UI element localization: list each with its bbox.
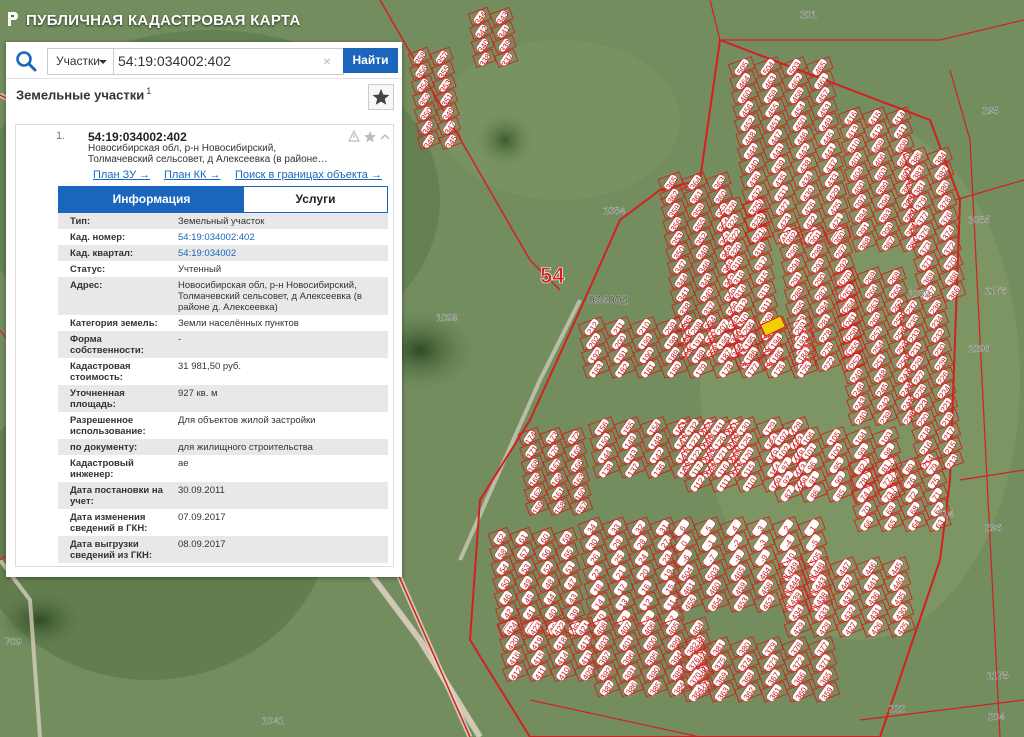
info-label: Дата изменения сведений в ГКН: bbox=[70, 512, 148, 534]
info-label: Форма собственности: bbox=[70, 334, 144, 356]
card-action-icons bbox=[348, 130, 390, 143]
info-label: Категория земель: bbox=[70, 318, 158, 329]
chevron-down-icon bbox=[99, 60, 107, 64]
info-row: Кадастровая стоимость: 31 981,50 руб. bbox=[58, 358, 388, 385]
area-label: 295 bbox=[982, 106, 999, 117]
results-title-text: Земельные участки bbox=[16, 87, 145, 103]
result-index: 1. bbox=[56, 130, 66, 142]
area-label: 296 bbox=[985, 523, 1002, 534]
info-label: Дата постановки на учет: bbox=[70, 485, 163, 507]
info-value: Для объектов жилой застройки bbox=[178, 415, 316, 426]
info-row: Дата постановки на учет: 30.09.2011 bbox=[58, 482, 388, 509]
info-label: Статус: bbox=[70, 264, 106, 275]
region-label: 54 bbox=[540, 263, 565, 288]
tab-services[interactable]: Услуги bbox=[244, 187, 387, 212]
info-label: Кадастровая стоимость: bbox=[70, 361, 131, 383]
quarter-label: 034002 bbox=[588, 293, 628, 307]
info-label: Дата выгрузки сведений из ГКН: bbox=[70, 539, 153, 561]
area-label: 204 bbox=[988, 712, 1005, 723]
search-icon[interactable] bbox=[14, 49, 38, 73]
info-value: Земельный участок bbox=[178, 216, 265, 227]
search-row: Участки 54:19:034002:402 × Найти bbox=[6, 42, 402, 78]
info-label: Кад. квартал: bbox=[70, 248, 134, 259]
info-row: Форма собственности: - bbox=[58, 331, 388, 358]
info-value[interactable]: 54:19:034002 bbox=[178, 248, 378, 259]
area-label: 1084 bbox=[603, 206, 626, 217]
info-value: Новосибирская обл, р-н Новосибирский, То… bbox=[178, 280, 362, 313]
favorites-button[interactable] bbox=[368, 84, 394, 110]
info-row: Тип: Земельный участок bbox=[58, 213, 388, 229]
info-row: Уточненная площадь: 927 кв. м bbox=[58, 385, 388, 412]
result-number[interactable]: 54:19:034002:402 bbox=[88, 130, 187, 144]
info-tabs: Информация Услуги bbox=[58, 186, 388, 213]
search-panel: Участки 54:19:034002:402 × Найти Земельн… bbox=[6, 42, 402, 577]
search-group: Участки 54:19:034002:402 × bbox=[47, 48, 344, 75]
info-row: Категория земель: Земли населённых пункто… bbox=[58, 315, 388, 331]
info-value: - bbox=[178, 334, 182, 345]
info-value: ае bbox=[178, 458, 189, 469]
area-label: 709 bbox=[5, 637, 22, 648]
result-links: План ЗУ → План КК → Поиск в границах объ… bbox=[93, 169, 393, 183]
logo-icon[interactable] bbox=[6, 10, 20, 28]
info-value: 07.09.2017 bbox=[178, 512, 226, 523]
info-value: Земли населённых пунктов bbox=[178, 318, 299, 329]
tab-information[interactable]: Информация bbox=[59, 187, 244, 212]
area-label: 614 bbox=[937, 509, 954, 520]
info-label: Уточненная площадь: bbox=[70, 388, 125, 410]
result-address-line2: Толмачевский сельсовет, д Алексеевка (в … bbox=[88, 154, 328, 165]
find-button[interactable]: Найти bbox=[343, 48, 398, 73]
info-value: 30.09.2011 bbox=[178, 485, 225, 496]
info-row: Кад. квартал: 54:19:034002 bbox=[58, 245, 388, 261]
area-label: 1090 bbox=[968, 344, 991, 355]
collapse-icon[interactable] bbox=[380, 133, 390, 140]
search-input[interactable]: 54:19:034002:402 bbox=[118, 49, 318, 74]
info-value: Учтенный bbox=[178, 264, 222, 275]
info-row: Адрес: Новосибирская обл, р-н Новосибирск… bbox=[58, 277, 388, 315]
area-label: 1041 bbox=[262, 716, 285, 727]
info-row: Дата выгрузки сведений из ГКН: 08.09.2017 bbox=[58, 536, 388, 563]
star-icon bbox=[372, 89, 390, 105]
info-label: Адрес: bbox=[70, 280, 103, 291]
favorite-star-icon[interactable] bbox=[364, 131, 376, 143]
plan-zu-link[interactable]: План ЗУ → bbox=[93, 169, 150, 181]
info-value[interactable]: 54:19:034002:402 bbox=[178, 232, 378, 243]
area-label: 201 bbox=[800, 10, 817, 21]
area-label: 1085 bbox=[968, 215, 991, 226]
info-label: Тип: bbox=[70, 216, 91, 227]
search-within-link[interactable]: Поиск в границах объекта → bbox=[235, 169, 382, 181]
area-label: 1089 bbox=[908, 289, 931, 300]
info-value: 31 981,50 руб. bbox=[178, 361, 242, 372]
area-label: 1099 bbox=[436, 313, 459, 324]
area-label: 1175 bbox=[987, 671, 1009, 682]
info-row: Кад. номер: 54:19:034002:402 bbox=[58, 229, 388, 245]
area-label: 1176 bbox=[985, 286, 1007, 297]
info-label: Кадастровый инженер: bbox=[70, 458, 134, 480]
area-label: 222 bbox=[889, 704, 906, 715]
warning-icon[interactable] bbox=[348, 130, 360, 142]
info-value: 927 кв. м bbox=[178, 388, 218, 399]
info-label: Кад. номер: bbox=[70, 232, 126, 243]
layer-select[interactable]: Участки bbox=[48, 49, 114, 74]
divider bbox=[6, 78, 402, 79]
info-value: для жилищного строительства bbox=[178, 442, 313, 453]
app-title[interactable]: ПУБЛИЧНАЯ КАДАСТРОВАЯ КАРТА bbox=[26, 12, 301, 29]
info-row: Кадастровый инженер: ае bbox=[58, 455, 388, 482]
info-value: 08.09.2017 bbox=[178, 539, 226, 550]
info-row: Статус: Учтенный bbox=[58, 261, 388, 277]
info-label: Разрешенное использование: bbox=[70, 415, 146, 437]
clear-icon[interactable]: × bbox=[323, 50, 331, 72]
info-row: Разрешенное использование: Для объектов ж… bbox=[58, 412, 388, 439]
layer-select-label: Участки bbox=[56, 54, 100, 68]
info-row: Дата изменения сведений в ГКН: 07.09.2017 bbox=[58, 509, 388, 536]
results-title: Земельные участки 1 bbox=[16, 86, 151, 102]
plan-kk-link[interactable]: План КК → bbox=[164, 169, 220, 181]
map-dark-patch bbox=[475, 112, 535, 168]
info-row: по документу: для жилищного строительства bbox=[58, 439, 388, 455]
result-address-line1: Новосибирская обл, р-н Новосибирский, bbox=[88, 143, 277, 154]
results-count: 1 bbox=[146, 86, 152, 96]
info-table: Тип: Земельный участок Кад. номер: 54:19:03… bbox=[58, 213, 388, 563]
info-label: по документу: bbox=[70, 442, 138, 453]
